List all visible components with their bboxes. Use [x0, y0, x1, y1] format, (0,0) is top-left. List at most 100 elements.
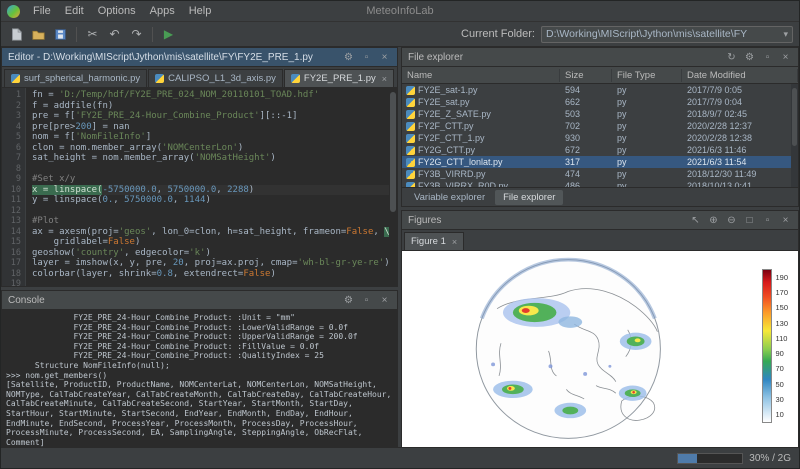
float-icon[interactable]: ▫: [761, 52, 774, 63]
code-line[interactable]: f = addfile(fn): [32, 101, 389, 112]
code-line[interactable]: [32, 206, 389, 217]
code-line[interactable]: clon = nom.member_array('NOMCenterLon'): [32, 143, 389, 154]
code-line[interactable]: [32, 164, 389, 175]
code-line[interactable]: x = linspace(-5750000.0, 5750000.0, 2288…: [32, 185, 389, 196]
pointer-icon[interactable]: ↖: [689, 215, 702, 226]
table-row[interactable]: FY2G_CTT_lonlat.py317py2021/6/3 11:54: [402, 156, 798, 168]
code-line[interactable]: ax = axesm(proj='geos', lon_0=clon, h=sa…: [32, 227, 389, 238]
close-tab-icon[interactable]: ×: [452, 237, 457, 247]
cut-icon[interactable]: ✂: [83, 25, 102, 44]
close-icon[interactable]: ×: [378, 295, 391, 306]
table-row[interactable]: FY2E_sat-1.py594py2017/7/9 0:05: [402, 84, 798, 96]
table-row[interactable]: FY3B_VIRRX_R0D.py486py2018/10/13 0:41: [402, 180, 798, 187]
save-file-icon[interactable]: [51, 25, 70, 44]
editor-scrollbar-thumb[interactable]: [390, 92, 396, 212]
code-token: 1144: [184, 195, 206, 205]
column-header-name[interactable]: Name: [402, 69, 560, 82]
close-icon[interactable]: ×: [779, 52, 792, 63]
code-line[interactable]: nom = f['NomFileInfo']: [32, 132, 389, 143]
file-date-cell: 2017/7/9 0:05: [682, 85, 798, 95]
editor-body: 12345678910111213141516171819 fn = 'D:/T…: [2, 88, 397, 286]
menu-edit[interactable]: Edit: [58, 4, 91, 18]
settings-icon[interactable]: ⚙: [342, 52, 355, 63]
file-type-cell: py: [612, 97, 682, 107]
editor-tab[interactable]: surf_spherical_harmonic.py: [4, 69, 147, 87]
memory-indicator[interactable]: 30% / 2G: [677, 453, 791, 464]
close-icon[interactable]: ×: [378, 52, 391, 63]
new-file-icon[interactable]: [7, 25, 26, 44]
table-row[interactable]: FY2E_sat.py662py2017/7/9 0:04: [402, 96, 798, 108]
python-file-icon: [291, 74, 300, 83]
menu-options[interactable]: Options: [91, 4, 143, 18]
zoom-in-icon[interactable]: ⊕: [707, 215, 720, 226]
zoom-out-icon[interactable]: ⊖: [725, 215, 738, 226]
open-file-icon[interactable]: [29, 25, 48, 44]
menu-apps[interactable]: Apps: [143, 4, 182, 18]
code-line[interactable]: colorbar(layer, shrink=0.8, extendrect=F…: [32, 269, 389, 280]
file-table-scrollbar-thumb[interactable]: [792, 88, 797, 146]
code-token: 'FY2E_PRE_24-Hour_Combine_Product': [75, 111, 259, 121]
code-token: 20: [173, 258, 184, 268]
column-header-file-type[interactable]: File Type: [612, 69, 682, 82]
code-line[interactable]: layer = imshow(x, y, pre, 20, proj=ax.pr…: [32, 258, 389, 269]
code-line[interactable]: y = linspace(0., 5750000.0, 1144): [32, 195, 389, 206]
float-icon[interactable]: ▫: [360, 52, 373, 63]
file-name-label: FY3B_VIRRX_R0D.py: [418, 181, 508, 187]
file-size-cell: 930: [560, 133, 612, 143]
file-type-cell: py: [612, 121, 682, 131]
full-extent-icon[interactable]: □: [743, 215, 756, 226]
float-icon[interactable]: ▫: [761, 215, 774, 226]
run-script-icon[interactable]: ▶: [159, 25, 178, 44]
editor-gutter: 12345678910111213141516171819: [2, 88, 26, 286]
column-header-size[interactable]: Size: [560, 69, 612, 82]
code-line[interactable]: pre = f['FY2E_PRE_24-Hour_Combine_Produc…: [32, 111, 389, 122]
code-line[interactable]: pre[pre>200] = nan: [32, 122, 389, 133]
figure-canvas[interactable]: 1901701501301109070503010: [402, 251, 798, 447]
code-line[interactable]: sat_height = nom.member_array('NOMSatHei…: [32, 153, 389, 164]
console-line: FY2E_PRE_24-Hour_Combine_Product: :Upper…: [6, 332, 393, 342]
code-line[interactable]: geoshow('country', edgecolor='k'): [32, 248, 389, 259]
file-name-cell: FY2E_Z_SATE.py: [402, 109, 560, 119]
float-icon[interactable]: ▫: [360, 295, 373, 306]
menu-help[interactable]: Help: [182, 4, 219, 18]
close-icon[interactable]: ×: [779, 215, 792, 226]
table-row[interactable]: FY2F_CTT.py702py2020/2/28 12:37: [402, 120, 798, 132]
table-row[interactable]: FY2G_CTT.py672py2021/6/3 11:46: [402, 144, 798, 156]
table-row[interactable]: FY2E_Z_SATE.py503py2018/9/7 02:45: [402, 108, 798, 120]
settings-icon[interactable]: ⚙: [743, 52, 756, 63]
undo-icon[interactable]: ↶: [105, 25, 124, 44]
console-output[interactable]: FY2E_PRE_24-Hour_Combine_Product: :Unit …: [2, 310, 397, 447]
chevron-down-icon[interactable]: ▾: [783, 29, 788, 40]
close-tab-icon[interactable]: ×: [382, 74, 387, 84]
editor-tab[interactable]: FY2E_PRE_1.py×: [284, 69, 394, 87]
editor-code[interactable]: fn = 'D:/Temp/hdf/FY2E_PRE_024_NOM_20110…: [26, 88, 389, 286]
refresh-icon[interactable]: ↻: [725, 52, 738, 63]
figure-tab[interactable]: Figure 1 ×: [404, 232, 464, 250]
code-line[interactable]: #Set x/y: [32, 174, 389, 185]
table-row[interactable]: FY3B_VIRRD.py474py2018/12/30 11:49: [402, 168, 798, 180]
file-date-cell: 2021/6/3 11:46: [682, 145, 798, 155]
settings-icon[interactable]: ⚙: [342, 295, 355, 306]
menu-file[interactable]: File: [26, 4, 58, 18]
table-row[interactable]: FY2F_CTT_1.py930py2020/2/28 12:38: [402, 132, 798, 144]
file-table-scrollbar[interactable]: [791, 84, 798, 187]
code-line[interactable]: fn = 'D:/Temp/hdf/FY2E_PRE_024_NOM_20110…: [32, 90, 389, 101]
code-token: ): [270, 153, 275, 163]
code-token: 0.8: [157, 269, 173, 279]
tab-variable-explorer[interactable]: Variable explorer: [406, 190, 493, 205]
toolbar-right: Current Folder: D:\Working\MIScript\Jyth…: [461, 26, 793, 43]
file-name-cell: FY2E_sat-1.py: [402, 85, 560, 95]
code-line[interactable]: gridlabel=False): [32, 237, 389, 248]
file-table-header: NameSizeFile TypeDate Modified: [402, 67, 798, 84]
editor-panel-header: Editor - D:\Working\MIScript\Jython\mis\…: [2, 48, 397, 67]
code-line[interactable]: [32, 279, 389, 286]
line-number: 9: [2, 174, 21, 185]
current-folder-combobox[interactable]: D:\Working\MIScript\Jython\mis\satellite…: [541, 26, 793, 43]
editor-tab[interactable]: CALIPSO_L1_3d_axis.py: [148, 69, 283, 87]
column-header-date-modified[interactable]: Date Modified: [682, 69, 798, 82]
code-line[interactable]: #Plot: [32, 216, 389, 227]
main-area: Editor - D:\Working\MIScript\Jython\mis\…: [1, 47, 799, 448]
redo-icon[interactable]: ↷: [127, 25, 146, 44]
tab-file-explorer[interactable]: File explorer: [495, 190, 563, 205]
editor-scrollbar[interactable]: [389, 88, 397, 286]
